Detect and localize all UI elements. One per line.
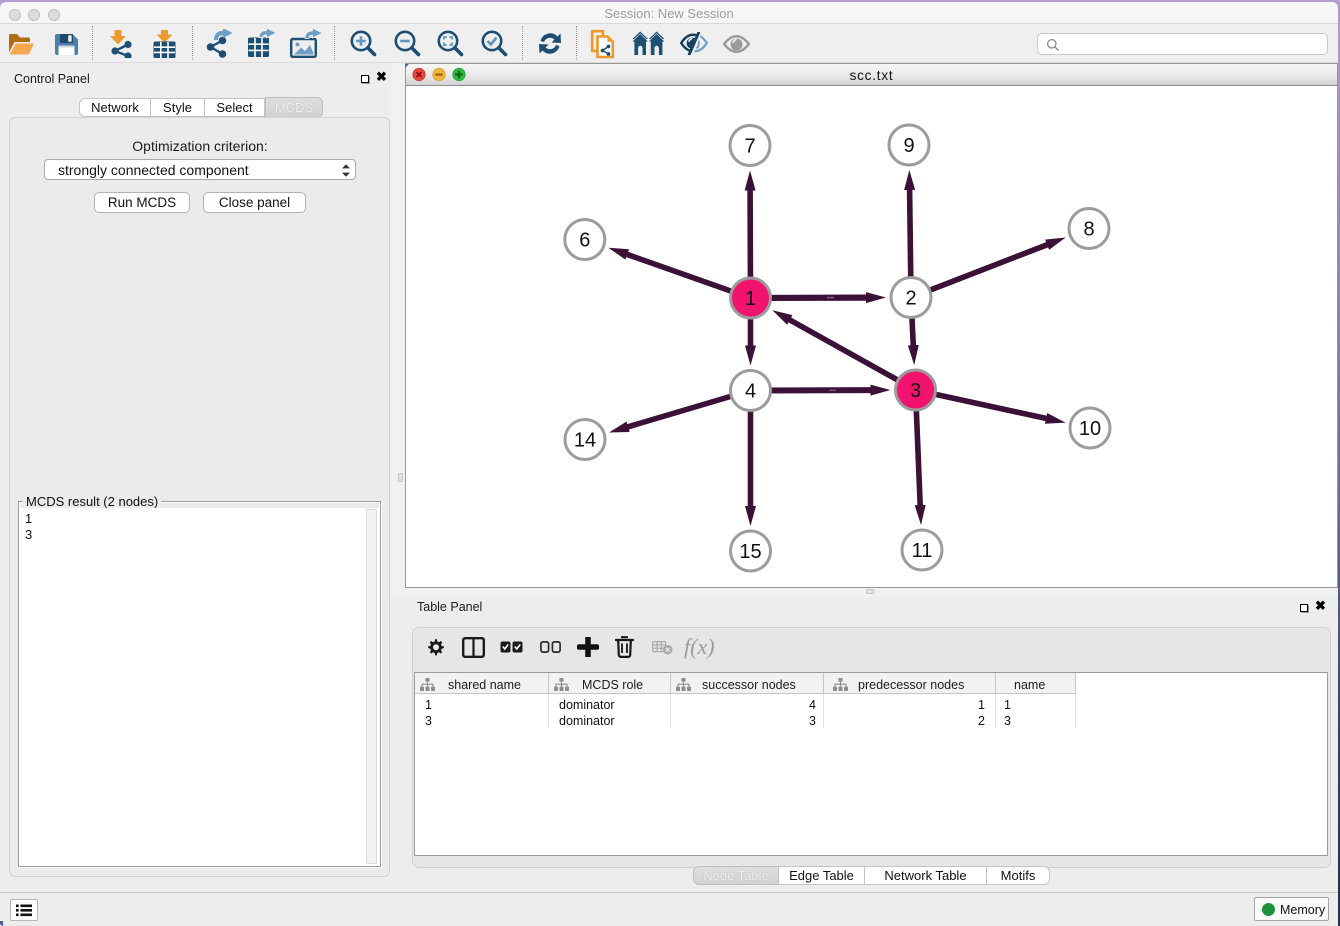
svg-text:8: 8 bbox=[1083, 219, 1094, 241]
svg-text:6: 6 bbox=[579, 230, 590, 252]
svg-text:14: 14 bbox=[574, 430, 596, 452]
svg-text:7: 7 bbox=[744, 136, 755, 158]
svg-text:1: 1 bbox=[745, 288, 756, 310]
svg-text:11: 11 bbox=[912, 540, 933, 562]
svg-text:9: 9 bbox=[903, 135, 914, 157]
svg-text:15: 15 bbox=[739, 541, 761, 563]
svg-text:4: 4 bbox=[745, 381, 756, 403]
svg-text:10: 10 bbox=[1079, 418, 1101, 440]
svg-text:3: 3 bbox=[910, 380, 921, 402]
svg-text:2: 2 bbox=[905, 288, 916, 310]
